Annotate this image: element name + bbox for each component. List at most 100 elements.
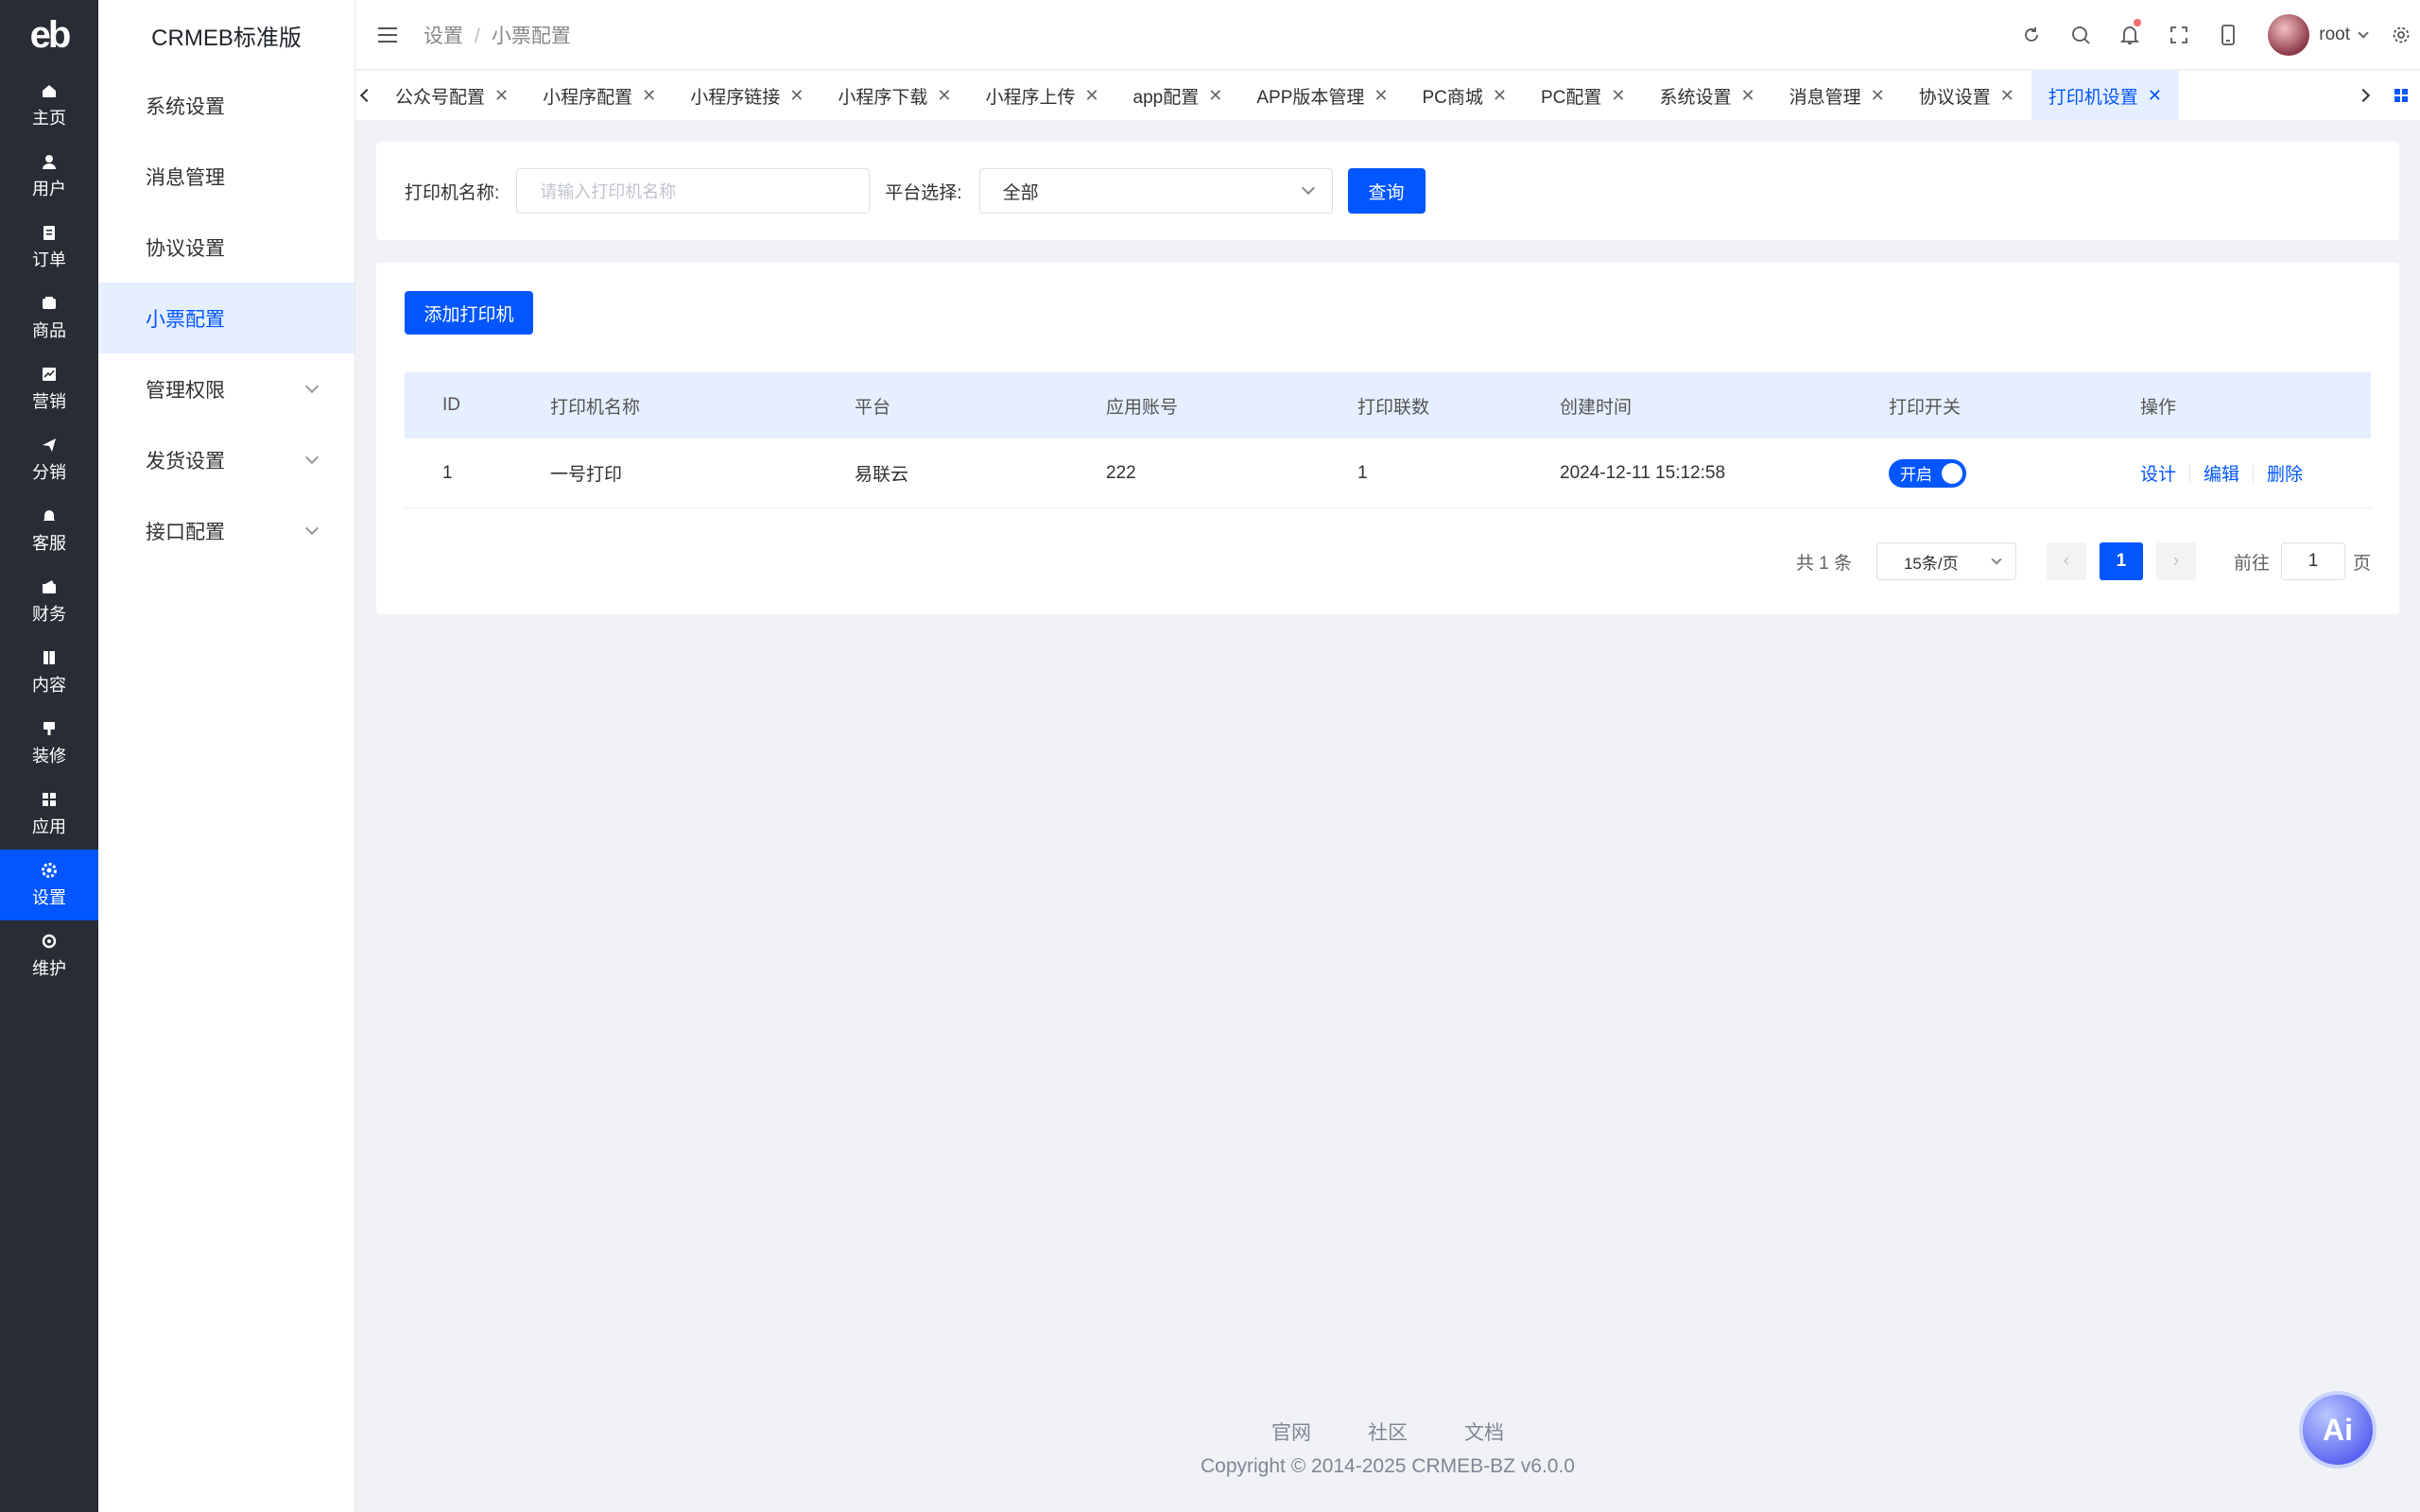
- rail-item-user[interactable]: 用户: [0, 141, 98, 212]
- tabs-grid-icon[interactable]: [2382, 71, 2420, 120]
- tab[interactable]: 消息管理 ✕: [1772, 71, 1902, 120]
- submenu-item[interactable]: 协议设置: [98, 212, 354, 283]
- edit-link[interactable]: 编辑: [2204, 460, 2239, 486]
- rail-item-distribution[interactable]: 分销: [0, 424, 98, 495]
- username[interactable]: root: [2319, 25, 2350, 45]
- tab[interactable]: APP版本管理 ✕: [1239, 71, 1405, 120]
- submenu-item[interactable]: 管理权限: [98, 353, 354, 424]
- close-icon[interactable]: ✕: [789, 86, 804, 106]
- fullscreen-icon[interactable]: [2154, 0, 2204, 70]
- rail-item-gear[interactable]: 设置: [0, 850, 98, 920]
- close-icon[interactable]: ✕: [1740, 86, 1754, 106]
- rail-item-maintenance[interactable]: 维护: [0, 920, 98, 991]
- tabs-scroll-right-icon[interactable]: [2344, 71, 2382, 120]
- mobile-icon[interactable]: [2204, 0, 2253, 70]
- tab-label: PC配置: [1540, 87, 1602, 108]
- tab[interactable]: 小程序下载 ✕: [821, 71, 968, 120]
- main-nav-rail: eb 主页 用户 订单 商品 营销 分销 客服财务内容 装修 应用设置维护: [0, 0, 98, 1512]
- rail-item-decoration[interactable]: 装修: [0, 708, 98, 779]
- gear-icon: [41, 862, 58, 879]
- tab[interactable]: PC商城 ✕: [1405, 71, 1524, 120]
- submenu-item-label: 接口配置: [146, 521, 225, 543]
- search-icon[interactable]: [2056, 0, 2105, 70]
- tab[interactable]: 小程序链接 ✕: [673, 71, 821, 120]
- close-icon[interactable]: ✕: [2148, 86, 2162, 106]
- tab-label: PC商城: [1422, 87, 1483, 108]
- header-switch: 打印开关: [1889, 397, 1962, 418]
- app-logo[interactable]: eb: [0, 0, 98, 70]
- close-icon[interactable]: ✕: [2000, 86, 2014, 106]
- close-icon[interactable]: ✕: [1871, 86, 1885, 106]
- tab[interactable]: app配置 ✕: [1116, 71, 1240, 120]
- avatar[interactable]: [2268, 14, 2310, 56]
- printer-name-input[interactable]: 请输入打印机名称: [516, 168, 871, 214]
- prev-page-button[interactable]: ‹: [2046, 542, 2086, 580]
- rail-item-order[interactable]: 订单: [0, 212, 98, 283]
- tab[interactable]: PC配置 ✕: [1524, 71, 1643, 120]
- submenu-item[interactable]: 小票配置: [98, 283, 354, 353]
- tab[interactable]: 小程序上传 ✕: [968, 71, 1115, 120]
- breadcrumb-parent[interactable]: 设置: [424, 26, 463, 47]
- rail-item-finance[interactable]: 财务: [0, 566, 98, 637]
- rail-item-service[interactable]: 客服: [0, 495, 98, 566]
- page-tabs: 公众号配置 ✕ 小程序配置 ✕ 小程序链接 ✕ 小程序下载 ✕ 小程序上传 ✕ app配置 ✕ APP版…: [355, 71, 2420, 120]
- marketing-icon: [41, 366, 58, 383]
- goto-page-input[interactable]: 1: [2280, 542, 2345, 580]
- close-icon[interactable]: ✕: [1493, 86, 1507, 106]
- settings-gear-icon[interactable]: [2382, 0, 2420, 70]
- tab[interactable]: 小程序配置 ✕: [526, 71, 673, 120]
- rail-item-home[interactable]: 主页: [0, 70, 98, 141]
- table-header: ID 打印机名称 平台 应用账号 打印联数 创建时间 打印开关 操作: [405, 372, 2371, 438]
- submenu-item[interactable]: 接口配置: [98, 495, 354, 566]
- chevron-down-icon[interactable]: [2358, 27, 2369, 39]
- ai-assistant-button[interactable]: Ai: [2299, 1391, 2377, 1469]
- tabs-scroll-left-icon[interactable]: [355, 71, 378, 120]
- menu-toggle-icon[interactable]: [378, 26, 397, 43]
- tab-label: 消息管理: [1789, 87, 1861, 108]
- add-printer-button[interactable]: 添加打印机: [405, 291, 533, 335]
- close-icon[interactable]: ✕: [937, 86, 951, 106]
- decoration-icon: [41, 720, 58, 737]
- page-number-button[interactable]: 1: [2099, 542, 2143, 580]
- footer-link-official[interactable]: 官网: [1271, 1418, 1311, 1446]
- chevron-down-icon: [1991, 554, 2002, 565]
- breadcrumb: 设置 / 小票配置: [424, 25, 571, 47]
- rail-item-label: 设置: [32, 887, 66, 907]
- tab[interactable]: 协议设置 ✕: [1902, 71, 2031, 120]
- distribution-icon: [41, 437, 58, 454]
- rail-item-apps[interactable]: 应用: [0, 779, 98, 850]
- submenu-item[interactable]: 发货设置: [98, 424, 354, 495]
- bell-icon[interactable]: [2105, 0, 2154, 70]
- chevron-down-icon: [304, 521, 320, 535]
- close-icon[interactable]: ✕: [1611, 86, 1625, 106]
- page-size-select[interactable]: 15条/页: [1876, 542, 2016, 580]
- close-icon[interactable]: ✕: [494, 86, 509, 106]
- delete-link[interactable]: 删除: [2267, 460, 2303, 486]
- footer-link-community[interactable]: 社区: [1368, 1418, 1408, 1446]
- app-title: CRMEB标准版: [151, 25, 302, 51]
- tab[interactable]: 打印机设置 ✕: [2031, 71, 2179, 120]
- close-icon[interactable]: ✕: [1084, 86, 1098, 106]
- search-panel: 打印机名称: 请输入打印机名称 平台选择: 全部 查询: [376, 142, 2399, 240]
- rail-item-label: 财务: [32, 604, 66, 624]
- rail-item-content[interactable]: 内容: [0, 637, 98, 708]
- query-button[interactable]: 查询: [1347, 168, 1426, 214]
- next-page-button[interactable]: ›: [2155, 542, 2196, 580]
- close-icon[interactable]: ✕: [642, 86, 656, 106]
- platform-select[interactable]: 全部: [978, 168, 1333, 214]
- close-icon[interactable]: ✕: [1208, 86, 1222, 106]
- refresh-icon[interactable]: [2007, 0, 2056, 70]
- tab-label: 小程序配置: [543, 87, 633, 108]
- footer-link-docs[interactable]: 文档: [1464, 1418, 1504, 1446]
- submenu-item[interactable]: 消息管理: [98, 141, 354, 212]
- close-icon[interactable]: ✕: [1374, 86, 1388, 106]
- rail-item-product[interactable]: 商品: [0, 283, 98, 353]
- submenu-item[interactable]: 系统设置: [98, 70, 354, 141]
- rail-item-marketing[interactable]: 营销: [0, 353, 98, 424]
- printer-table-panel: 添加打印机 ID 打印机名称 平台 应用账号 打印联数 创建时间 打印开关 操作…: [376, 263, 2399, 614]
- page-suffix: 页: [2352, 553, 2371, 574]
- tab[interactable]: 公众号配置 ✕: [378, 71, 526, 120]
- tab[interactable]: 系统设置 ✕: [1642, 71, 1772, 120]
- print-switch-toggle[interactable]: 开启: [1889, 458, 1966, 488]
- design-link[interactable]: 设计: [2140, 460, 2176, 486]
